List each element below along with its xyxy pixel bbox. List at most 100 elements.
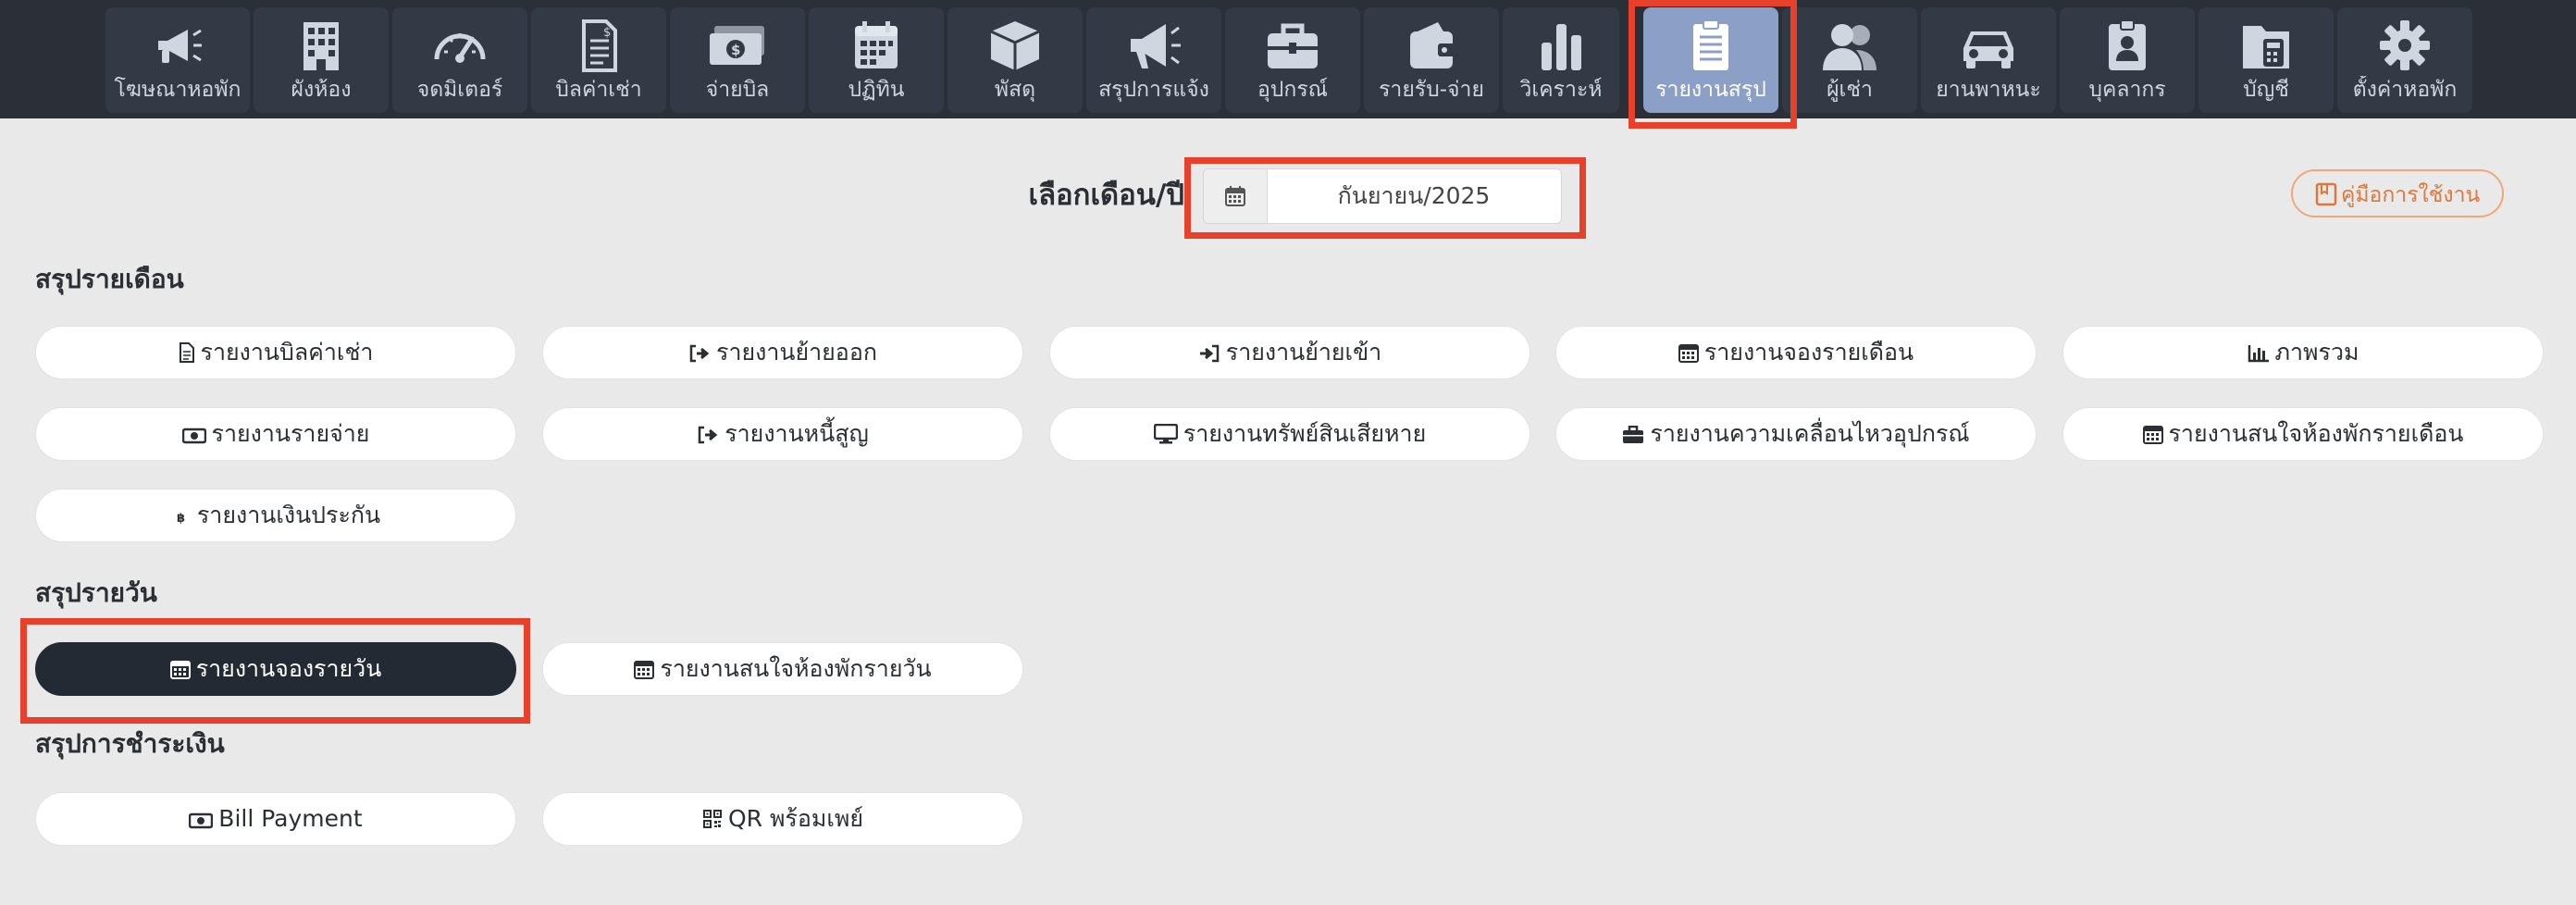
- bar-chart-icon: [1503, 19, 1619, 74]
- report-bad-debt-button[interactable]: รายงานหนี้สูญ: [542, 407, 1023, 461]
- nav-label: อุปกรณ์: [1257, 78, 1329, 102]
- sign-out-icon: [698, 426, 718, 444]
- megaphone-icon: [105, 19, 250, 74]
- nav-label: วิเคราะห์: [1519, 78, 1603, 102]
- nav-item-calendar[interactable]: ปฏิทิน: [809, 7, 944, 113]
- desktop-icon: [1153, 423, 1179, 444]
- report-label: Bill Payment: [218, 805, 363, 832]
- svg-text:$: $: [731, 42, 740, 58]
- document-icon: [179, 342, 194, 363]
- user-manual-button[interactable]: คู่มือการใช้งาน: [2291, 169, 2504, 217]
- nav-item-parcel[interactable]: พัสดุ: [947, 7, 1083, 113]
- report-label: รายงานย้ายออก: [716, 339, 877, 366]
- report-qr-promptpay-button[interactable]: QR พร้อมเพย์: [542, 792, 1023, 846]
- report-label: QR พร้อมเพย์: [727, 805, 864, 832]
- nav-item-dorm-settings[interactable]: ตั้งค่าหอพัก: [2337, 7, 2472, 113]
- gear-icon: [2337, 19, 2472, 74]
- nav-label: บิลค่าเช่า: [555, 78, 642, 102]
- staff-icon: [2060, 19, 2195, 74]
- report-label: รายงานสนใจห้องพักรายวัน: [660, 655, 932, 682]
- nav-item-accounting[interactable]: บัญชี: [2198, 7, 2334, 113]
- sign-out-icon: [689, 344, 710, 363]
- nav-item-staff[interactable]: บุคลากร: [2060, 7, 2195, 113]
- report-bill-payment-button[interactable]: Bill Payment: [35, 792, 516, 846]
- nav-label: จดมิเตอร์: [416, 78, 503, 102]
- report-move-out-button[interactable]: รายงานย้ายออก: [542, 326, 1023, 379]
- report-icon: [1643, 19, 1778, 74]
- svg-text:฿: ฿: [177, 512, 185, 526]
- section-title-daily: สรุปรายวัน: [35, 577, 157, 608]
- report-overview-button[interactable]: ภาพรวม: [2062, 326, 2544, 379]
- nav-item-tenants[interactable]: ผู้เช่า: [1782, 7, 1917, 113]
- car-icon: [1921, 19, 2056, 74]
- report-label: รายงานความเคลื่อนไหวอุปกรณ์: [1650, 420, 1970, 447]
- money-icon: [189, 812, 214, 829]
- report-rent-bill-button[interactable]: รายงานบิลค่าเช่า: [35, 326, 516, 379]
- nav-item-equipment[interactable]: อุปกรณ์: [1225, 7, 1360, 113]
- toolbox-icon: [1225, 19, 1360, 74]
- report-deposit-button[interactable]: ฿ รายงานเงินประกัน: [35, 489, 516, 542]
- wallet-icon: [1364, 19, 1499, 74]
- nav-label: ผู้เช่า: [1827, 78, 1873, 102]
- nav-label: บุคลากร: [2088, 78, 2166, 102]
- report-damaged-assets-button[interactable]: รายงานทรัพย์สินเสียหาย: [1049, 407, 1530, 461]
- report-daily-room-interest-button[interactable]: รายงานสนใจห้องพักรายวัน: [542, 642, 1023, 696]
- accounting-icon: [2198, 19, 2334, 74]
- report-label: รายงานบิลค่าเช่า: [200, 339, 374, 366]
- money-icon: [181, 428, 206, 444]
- nav-item-analytics[interactable]: วิเคราะห์: [1503, 7, 1619, 113]
- nav-item-summary-report[interactable]: รายงานสรุป: [1643, 7, 1778, 113]
- report-monthly-booking-button[interactable]: รายงานจองรายเดือน: [1555, 326, 2037, 379]
- qrcode-icon: [702, 810, 722, 828]
- report-monthly-room-interest-button[interactable]: รายงานสนใจห้องพักรายเดือน: [2062, 407, 2544, 461]
- svg-text:$: $: [603, 26, 611, 40]
- money-icon: $: [670, 19, 805, 74]
- user-manual-label: คู่มือการใช้งาน: [2341, 182, 2481, 206]
- nav-item-advertise[interactable]: โฆษณาหอพัก: [105, 7, 250, 113]
- calendar-icon: [2142, 426, 2163, 444]
- month-year-picker[interactable]: กันยายน/2025: [1203, 168, 1562, 224]
- month-year-label: เลือกเดือน/ปี: [1028, 179, 1184, 212]
- calendar-icon: [1678, 344, 1699, 363]
- nav-label: ยานพาหนะ: [1936, 78, 2041, 102]
- book-icon: [2315, 182, 2337, 206]
- box-icon: [947, 19, 1083, 74]
- report-label: รายงานทรัพย์สินเสียหาย: [1183, 420, 1427, 447]
- gauge-icon: [392, 19, 527, 74]
- report-label: รายงานสนใจห้องพักรายเดือน: [2168, 420, 2464, 447]
- nav-label: ปฏิทิน: [848, 78, 905, 102]
- nav-label: จ่ายบิล: [705, 78, 770, 102]
- nav-label: สรุปการแจ้ง: [1098, 78, 1209, 102]
- report-move-in-button[interactable]: รายงานย้ายเข้า: [1049, 326, 1530, 379]
- nav-label: โฆษณาหอพัก: [114, 78, 242, 102]
- nav-item-income-expense[interactable]: รายรับ-จ่าย: [1364, 7, 1499, 113]
- calendar-icon: [809, 19, 944, 74]
- report-daily-booking-button[interactable]: รายงานจองรายวัน: [35, 642, 516, 696]
- invoice-icon: $: [531, 19, 666, 74]
- report-label: รายงานย้ายเข้า: [1225, 339, 1382, 366]
- section-title-payment: สรุปการชำระเงิน: [35, 728, 225, 759]
- nav-label: รายรับ-จ่าย: [1379, 78, 1484, 102]
- users-icon: [1782, 19, 1917, 74]
- nav-label: ผังห้อง: [291, 78, 352, 102]
- nav-item-notifications[interactable]: สรุปการแจ้ง: [1086, 7, 1221, 113]
- building-icon: [254, 19, 389, 74]
- report-expense-button[interactable]: รายงานรายจ่าย: [35, 407, 516, 461]
- report-equipment-movement-button[interactable]: รายงานความเคลื่อนไหวอุปกรณ์: [1555, 407, 2037, 461]
- nav-item-meter[interactable]: จดมิเตอร์: [392, 7, 527, 113]
- bullhorn-icon: [1086, 19, 1221, 74]
- calendar-icon[interactable]: [1204, 169, 1268, 223]
- nav-item-vehicles[interactable]: ยานพาหนะ: [1921, 7, 2056, 113]
- report-label: ภาพรวม: [2274, 339, 2359, 366]
- section-title-monthly: สรุปรายเดือน: [35, 264, 184, 294]
- sign-in-icon: [1199, 344, 1220, 363]
- report-label: รายงานรายจ่าย: [211, 420, 370, 447]
- calendar-icon: [169, 661, 191, 679]
- nav-item-rent-bill[interactable]: $ บิลค่าเช่า: [531, 7, 666, 113]
- month-year-value[interactable]: กันยายน/2025: [1267, 169, 1561, 223]
- nav-item-pay-bill[interactable]: $ จ่ายบิล: [670, 7, 805, 113]
- top-navigation: โฆษณาหอพัก ผังห้อง จดมิเตอร์ $ บิลค่าเช่…: [0, 0, 2576, 118]
- nav-label: ตั้งค่าหอพัก: [2352, 78, 2458, 102]
- nav-item-room-layout[interactable]: ผังห้อง: [254, 7, 389, 113]
- report-label: รายงานหนี้สูญ: [724, 420, 869, 447]
